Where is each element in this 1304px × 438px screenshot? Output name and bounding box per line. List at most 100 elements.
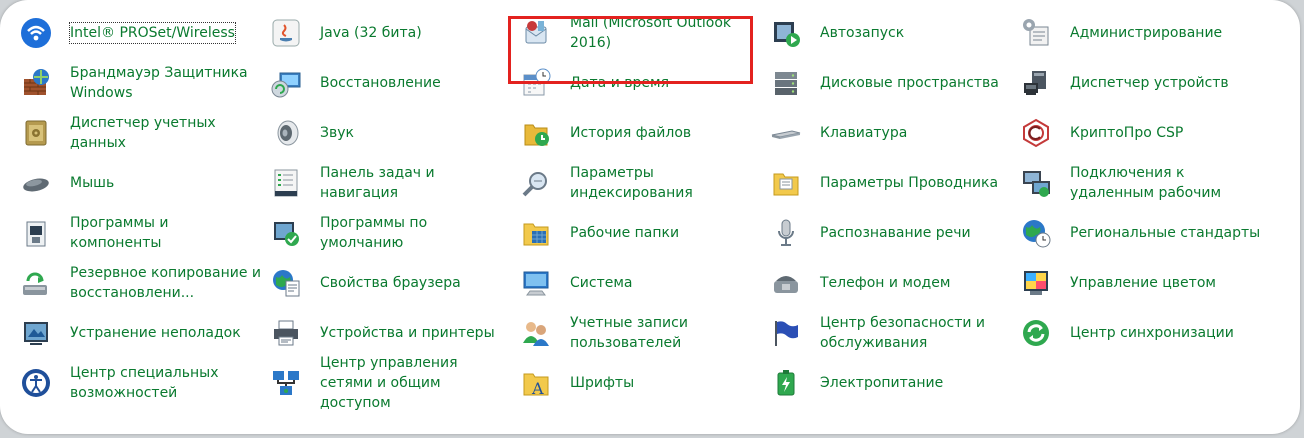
cp-item-label: Intel® PROSet/Wireless xyxy=(69,22,236,44)
users-icon xyxy=(520,317,552,349)
cp-item-label: Резервное копирование и восстановлени... xyxy=(70,265,262,301)
cp-item-color-management[interactable]: Управление цветом xyxy=(1020,258,1270,308)
cp-item-power-options[interactable]: Электропитание xyxy=(770,358,1020,408)
cp-item-java[interactable]: Java (32 бита) xyxy=(270,8,520,58)
cp-item-user-accounts[interactable]: Учетные записи пользователей xyxy=(520,308,770,358)
indexing-icon xyxy=(520,167,552,199)
sync-icon xyxy=(1020,317,1052,349)
cp-item-network-sharing-center[interactable]: Центр управления сетями и общим доступом xyxy=(270,355,520,411)
cp-item-label: Устройства и принтеры xyxy=(320,325,495,341)
cp-item-file-history[interactable]: История файлов xyxy=(520,108,770,158)
cp-item-label: Шрифты xyxy=(570,375,635,391)
mail-icon xyxy=(520,17,552,49)
cp-item-label: Панель задач и навигация xyxy=(320,165,435,201)
cp-item-security-maintenance[interactable]: Центр безопасности и обслуживания xyxy=(770,308,1020,358)
cp-item-label: Система xyxy=(570,275,633,291)
microphone-icon xyxy=(770,217,802,249)
cp-item-storage-spaces[interactable]: Дисковые пространства xyxy=(770,58,1020,108)
cp-item-backup-restore[interactable]: Резервное копирование и восстановлени... xyxy=(20,258,270,308)
cp-item-label: Мышь xyxy=(70,175,115,191)
cp-item-label: Дата и время xyxy=(570,75,669,91)
cp-item-label: Автозапуск xyxy=(820,25,905,41)
fonts-icon: A xyxy=(520,367,552,399)
cp-item-label: Параметры Проводника xyxy=(820,175,999,191)
cp-item-label: Программы по умолчанию xyxy=(320,215,428,251)
cp-item-remote-desktop[interactable]: Подключения к удаленным рабочим xyxy=(1020,158,1270,208)
cp-item-label: Диспетчер учетных данных xyxy=(70,115,216,151)
cp-item-label: Клавиатура xyxy=(820,125,908,141)
cp-item-label: Электропитание xyxy=(820,375,944,391)
programs-icon xyxy=(20,217,52,249)
cp-item-label: Центр управления сетями и общим доступом xyxy=(320,355,458,411)
cp-item-work-folders[interactable]: Рабочие папки xyxy=(520,208,770,258)
cp-item-label: История файлов xyxy=(570,125,692,141)
cp-item-fonts[interactable]: A Шрифты xyxy=(520,358,770,408)
storage-spaces-icon xyxy=(770,67,802,99)
cp-item-label: Центр синхронизации xyxy=(1070,325,1234,341)
cp-item-label: Администрирование xyxy=(1070,25,1223,41)
mouse-icon xyxy=(20,167,52,199)
taskbar-icon xyxy=(270,167,302,199)
cp-item-label: Брандмауэр Защитника Windows xyxy=(70,65,248,101)
cp-item-label: Java (32 бита) xyxy=(320,25,422,41)
troubleshoot-icon xyxy=(20,317,52,349)
accessibility-icon xyxy=(20,367,52,399)
cp-item-label: Mail (Microsoft Outlook 2016) xyxy=(570,15,732,51)
cp-item-label: КриптоПро CSP xyxy=(1070,125,1184,141)
cp-item-system[interactable]: Система xyxy=(520,258,770,308)
control-panel-items-grid: Intel® PROSet/Wireless Java (32 бита) Ma… xyxy=(20,8,1270,411)
cp-item-taskbar[interactable]: Панель задач и навигация xyxy=(270,158,520,208)
work-folders-icon xyxy=(520,217,552,249)
remote-desktop-icon xyxy=(1020,167,1052,199)
cp-item-recovery[interactable]: Восстановление xyxy=(270,58,520,108)
cp-item-label: Центр безопасности и обслуживания xyxy=(820,315,986,351)
file-history-icon xyxy=(520,117,552,149)
cp-item-label: Учетные записи пользователей xyxy=(570,315,688,351)
cp-item-label: Телефон и модем xyxy=(820,275,951,291)
calendar-clock-icon xyxy=(520,67,552,99)
cp-item-label: Свойства браузера xyxy=(320,275,461,291)
cp-item-sync-center[interactable]: Центр синхронизации xyxy=(1020,308,1270,358)
default-programs-icon xyxy=(270,217,302,249)
java-icon xyxy=(270,17,302,49)
cp-item-label: Региональные стандарты xyxy=(1070,225,1261,241)
cp-item-mail-outlook[interactable]: Mail (Microsoft Outlook 2016) xyxy=(520,8,770,58)
cp-item-mouse[interactable]: Мышь xyxy=(20,158,270,208)
internet-options-icon xyxy=(270,267,302,299)
cp-item-label: Восстановление xyxy=(320,75,441,91)
flag-icon xyxy=(770,317,802,349)
cp-item-devices-printers[interactable]: Устройства и принтеры xyxy=(270,308,520,358)
cp-item-label: Диспетчер устройств xyxy=(1070,75,1229,91)
cp-item-label: Параметры индексирования xyxy=(570,165,693,201)
cp-item-date-time[interactable]: Дата и время xyxy=(520,58,770,108)
cp-item-programs-features[interactable]: Программы и компоненты xyxy=(20,208,270,258)
cp-item-regional-settings[interactable]: Региональные стандарты xyxy=(1020,208,1270,258)
cp-item-firewall[interactable]: Брандмауэр Защитника Windows xyxy=(20,58,270,108)
cp-item-device-manager[interactable]: Диспетчер устройств xyxy=(1020,58,1270,108)
cp-item-troubleshooting[interactable]: Устранение неполадок xyxy=(20,308,270,358)
control-panel-window: Intel® PROSet/Wireless Java (32 бита) Ma… xyxy=(0,0,1300,434)
cp-item-credential-manager[interactable]: Диспетчер учетных данных xyxy=(20,108,270,158)
cp-item-phone-modem[interactable]: Телефон и модем xyxy=(770,258,1020,308)
explorer-options-icon xyxy=(770,167,802,199)
cp-item-administration[interactable]: Администрирование xyxy=(1020,8,1270,58)
power-options-icon xyxy=(770,367,802,399)
cp-item-label: Центр специальных возможностей xyxy=(70,365,219,401)
cp-item-cryptopro[interactable]: КриптоПро CSP xyxy=(1020,108,1270,158)
printer-icon xyxy=(270,317,302,349)
cp-item-label: Устранение неполадок xyxy=(70,325,241,341)
system-icon xyxy=(520,267,552,299)
cp-item-keyboard[interactable]: Клавиатура xyxy=(770,108,1020,158)
cp-item-default-programs[interactable]: Программы по умолчанию xyxy=(270,208,520,258)
svg-text:A: A xyxy=(531,379,544,398)
cp-item-internet-options[interactable]: Свойства браузера xyxy=(270,258,520,308)
cp-item-ease-of-access[interactable]: Центр специальных возможностей xyxy=(20,358,270,408)
device-manager-icon xyxy=(1020,67,1052,99)
cp-item-speech-recognition[interactable]: Распознавание речи xyxy=(770,208,1020,258)
cp-item-intel-proset-wireless[interactable]: Intel® PROSet/Wireless xyxy=(20,8,270,58)
cp-item-autoplay[interactable]: Автозапуск xyxy=(770,8,1020,58)
cp-item-explorer-options[interactable]: Параметры Проводника xyxy=(770,158,1020,208)
cp-item-indexing-options[interactable]: Параметры индексирования xyxy=(520,158,770,208)
cp-item-sound[interactable]: Звук xyxy=(270,108,520,158)
cp-item-label: Подключения к удаленным рабочим xyxy=(1070,165,1222,201)
